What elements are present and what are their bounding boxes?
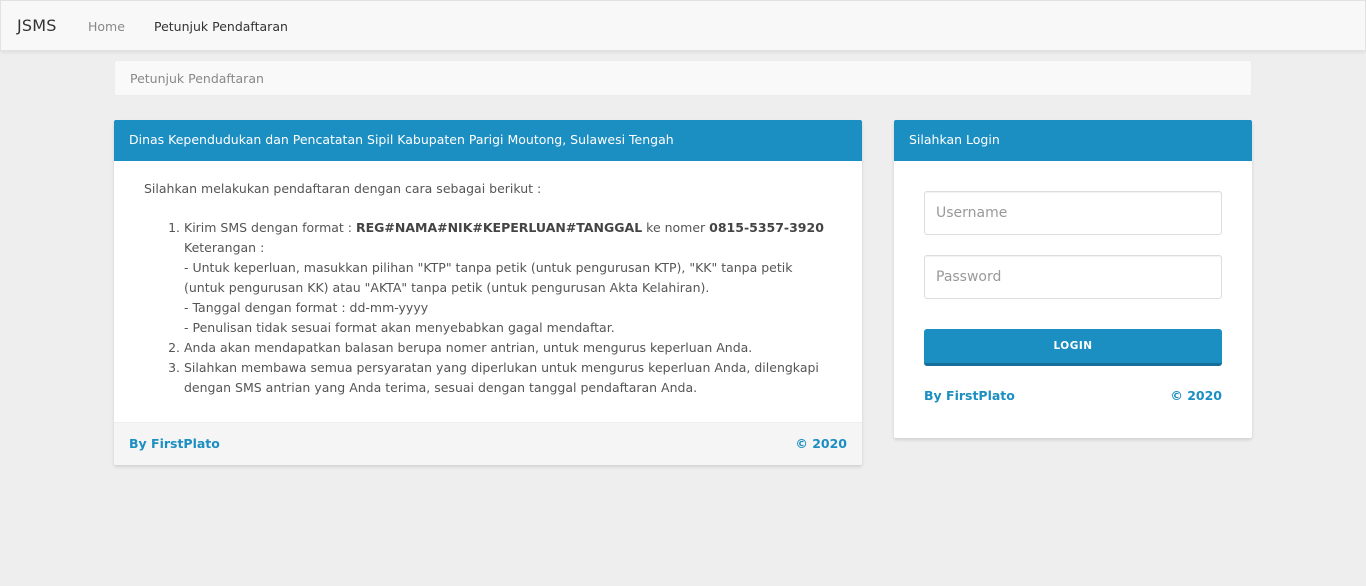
keterangan-label: Keterangan : <box>184 240 265 255</box>
breadcrumb-current: Petunjuk Pendaftaran <box>130 71 264 86</box>
username-input[interactable] <box>924 191 1222 235</box>
step1-prefix: Kirim SMS dengan format : <box>184 220 356 235</box>
login-copyright-text: © 2020 <box>1170 388 1222 403</box>
note-keperluan: - Untuk keperluan, masukkan pilihan "KTP… <box>184 260 793 295</box>
login-panel-heading: Silahkan Login <box>894 120 1252 161</box>
password-input[interactable] <box>924 255 1222 299</box>
step-2: Anda akan mendapatkan balasan berupa nom… <box>184 338 832 358</box>
sms-format: REG#NAMA#NIK#KEPERLUAN#TANGGAL <box>355 220 643 235</box>
info-panel-heading: Dinas Kependudukan dan Pencatatan Sipil … <box>114 120 862 161</box>
copyright-text: © 2020 <box>795 436 847 451</box>
intro-text: Silahkan melakukan pendaftaran dengan ca… <box>144 181 542 196</box>
info-panel-footer: By FirstPlato © 2020 <box>114 422 862 465</box>
note-tanggal: - Tanggal dengan format : dd-mm-yyyy <box>184 300 429 315</box>
login-button[interactable]: LOGIN <box>924 329 1222 366</box>
note-format-error: - Penulisan tidak sesuai format akan men… <box>184 320 615 335</box>
steps-list: Kirim SMS dengan format : REG#NAMA#NIK#K… <box>144 218 832 398</box>
brand-logo[interactable]: JSMS <box>17 16 57 35</box>
step1-middle: ke nomer <box>642 220 710 235</box>
breadcrumb: Petunjuk Pendaftaran <box>114 60 1252 96</box>
login-panel: Silahkan Login LOGIN By FirstPlato © 202… <box>894 120 1252 438</box>
nav-item-home[interactable]: Home <box>88 19 125 34</box>
login-form: LOGIN By FirstPlato © 2020 <box>894 161 1252 408</box>
login-panel-footer: By FirstPlato © 2020 <box>924 388 1222 408</box>
step-1: Kirim SMS dengan format : REG#NAMA#NIK#K… <box>184 218 832 338</box>
by-firstplato-link[interactable]: By FirstPlato <box>129 436 220 451</box>
step-3: Silahkan membawa semua persyaratan yang … <box>184 358 832 398</box>
login-by-firstplato-link[interactable]: By FirstPlato <box>924 388 1015 403</box>
info-panel-body: Silahkan melakukan pendaftaran dengan ca… <box>114 161 862 398</box>
registration-info-panel: Dinas Kependudukan dan Pencatatan Sipil … <box>114 120 862 465</box>
top-navbar: JSMS Home Petunjuk Pendaftaran <box>0 0 1366 51</box>
nav-item-petunjuk-pendaftaran[interactable]: Petunjuk Pendaftaran <box>154 19 288 34</box>
sms-number: 0815-5357-3920 <box>709 220 824 235</box>
